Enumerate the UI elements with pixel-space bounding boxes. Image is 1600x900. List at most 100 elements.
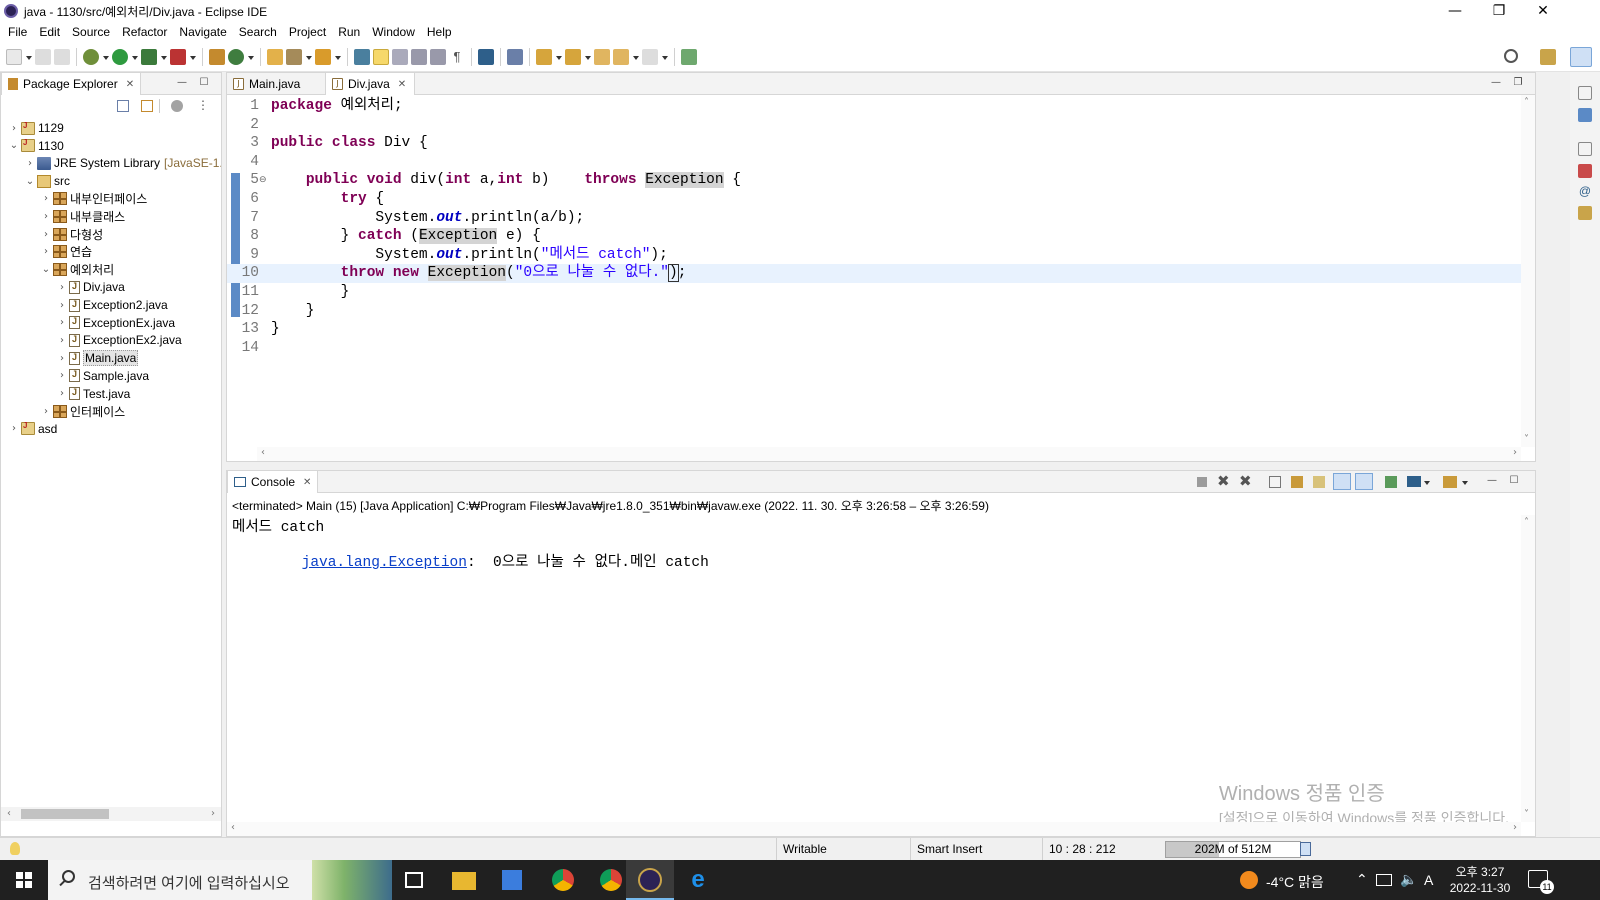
tree-item[interactable]: › 연습 (41, 243, 92, 261)
garbage-collect-icon[interactable] (1300, 842, 1311, 856)
chevron-down-icon[interactable]: ⌄ (25, 176, 35, 187)
javadoc-icon[interactable]: @ (1578, 184, 1592, 198)
declaration-icon[interactable] (1578, 206, 1592, 220)
close-icon[interactable]: ✕ (303, 477, 311, 488)
minimize-view-icon[interactable]: — (1489, 77, 1503, 89)
chevron-right-icon[interactable]: › (57, 282, 67, 293)
minimize-view-icon[interactable]: — (1485, 475, 1499, 487)
scroll-right-icon[interactable]: › (211, 808, 215, 819)
link-with-editor-icon[interactable] (141, 100, 153, 112)
chrome-icon[interactable] (552, 869, 574, 891)
chevron-right-icon[interactable]: › (41, 406, 51, 417)
chevron-right-icon[interactable]: › (41, 193, 51, 204)
word-wrap-icon[interactable] (1313, 476, 1325, 488)
scroll-left-icon[interactable]: ‹ (231, 822, 235, 833)
code-line[interactable]: 4 (227, 153, 1521, 172)
open-type-icon[interactable] (267, 48, 283, 65)
pin-icon[interactable] (507, 48, 523, 65)
open-console-icon[interactable] (1443, 476, 1457, 488)
code-editor[interactable]: 1 package 예외처리; 2 3 public class Div {4 5 pub… (227, 95, 1535, 461)
previous-annotation-dropdown[interactable] (584, 49, 591, 65)
coverage-dropdown[interactable] (160, 49, 167, 65)
code-line[interactable]: 8 } catch (Exception e) { (227, 227, 1521, 246)
scroll-right-icon[interactable]: › (1513, 447, 1517, 458)
next-annotation-dropdown[interactable] (555, 49, 562, 65)
code-line[interactable]: 5 public void div(int a,int b) throws Ex… (227, 171, 1521, 190)
terminate-icon[interactable] (1197, 477, 1207, 487)
outline-icon[interactable] (1578, 108, 1592, 122)
taskbar-search-box[interactable]: 검색하려면 여기에 입력하십시오 (48, 860, 392, 900)
toggle-block-selection-icon[interactable] (392, 48, 408, 65)
maximize-view-icon[interactable]: ☐ (1507, 475, 1521, 487)
minimize-view-icon[interactable]: — (175, 77, 189, 89)
view-menu-icon[interactable]: ⋮ (197, 98, 209, 112)
lightbulb-icon[interactable] (10, 842, 20, 855)
open-console-dropdown[interactable] (1461, 474, 1468, 490)
show-hidden-icons-icon[interactable]: ⌃ (1356, 872, 1368, 888)
clock[interactable]: 오후 3:27 2022-11-30 (1440, 864, 1520, 896)
scroll-thumb[interactable] (21, 809, 109, 819)
collapse-all-icon[interactable] (117, 100, 129, 112)
maximize-view-icon[interactable]: ❐ (1511, 77, 1525, 89)
close-icon[interactable]: ✕ (126, 79, 134, 90)
scroll-right-icon[interactable]: › (1513, 822, 1517, 833)
tree-item[interactable]: › 1129 (9, 119, 64, 137)
menu-window[interactable]: Window (366, 22, 421, 42)
menu-file[interactable]: File (2, 22, 33, 42)
java-ee-perspective-icon[interactable] (1540, 49, 1556, 65)
chevron-down-icon[interactable]: ⌄ (41, 264, 51, 275)
pilcrow-icon[interactable]: ¶ (449, 49, 465, 65)
ime-indicator[interactable]: A (1424, 872, 1433, 888)
display-console-dropdown[interactable] (1423, 474, 1430, 490)
next-annotation-icon[interactable] (536, 48, 552, 65)
external-tools-dropdown[interactable] (189, 49, 196, 65)
forward-icon[interactable] (642, 48, 658, 65)
word-wrap-icon[interactable] (411, 48, 427, 65)
tree-item[interactable]: › Div.java (57, 278, 125, 296)
internet-explorer-icon[interactable]: e (686, 868, 710, 892)
debug-dropdown[interactable] (102, 49, 109, 65)
tree-item[interactable]: › ExceptionEx.java (57, 314, 175, 332)
tree-item[interactable]: › 내부클래스 (41, 208, 125, 226)
code-line[interactable]: 7 System.out.println(a/b); (227, 209, 1521, 228)
microsoft-store-icon[interactable] (502, 870, 522, 890)
save-all-icon[interactable] (54, 48, 70, 65)
scroll-left-icon[interactable]: ‹ (261, 447, 265, 458)
remove-launch-icon[interactable]: ✖ (1217, 472, 1230, 490)
search-icon[interactable] (1504, 49, 1518, 63)
file-explorer-icon[interactable] (452, 872, 476, 890)
restore-button[interactable]: ❐ (1476, 0, 1522, 22)
new-java-class-icon[interactable] (228, 48, 244, 65)
maximize-view-icon[interactable]: ☐ (197, 77, 211, 89)
problems-icon[interactable] (1578, 164, 1592, 178)
task-view-icon[interactable] (405, 872, 423, 888)
previous-annotation-icon[interactable] (565, 48, 581, 65)
chevron-right-icon[interactable]: › (57, 388, 67, 399)
close-icon[interactable]: ✕ (398, 79, 406, 90)
new-java-package-icon[interactable] (209, 48, 225, 65)
remove-all-terminated-icon[interactable]: ✖ (1239, 472, 1252, 490)
code-line[interactable]: 12 } (227, 302, 1521, 321)
scroll-up-icon[interactable]: ˄ (1524, 97, 1529, 108)
tree-item[interactable]: › JRE System Library[JavaSE-1.8] (25, 154, 221, 172)
editor-horizontal-scrollbar[interactable]: ‹ › (257, 447, 1521, 461)
tree-item[interactable]: ⌄ 1130 (9, 137, 64, 155)
scroll-lock-icon[interactable] (1291, 476, 1303, 488)
code-line[interactable]: 14 (227, 339, 1521, 358)
pin-console-icon[interactable] (1385, 476, 1397, 488)
chevron-right-icon[interactable]: › (57, 353, 67, 364)
chevron-right-icon[interactable]: › (41, 246, 51, 257)
chevron-down-icon[interactable]: ⌄ (9, 140, 19, 151)
chevron-right-icon[interactable]: › (41, 229, 51, 240)
menu-edit[interactable]: Edit (33, 22, 66, 42)
tree-item[interactable]: › 다형성 (41, 225, 103, 243)
coverage-icon[interactable] (141, 48, 157, 65)
code-line[interactable]: 6 try { (227, 190, 1521, 209)
run-icon[interactable] (112, 48, 128, 65)
chevron-right-icon[interactable]: › (57, 317, 67, 328)
show-on-stderr-icon[interactable] (1355, 473, 1373, 490)
menu-project[interactable]: Project (283, 22, 332, 42)
menu-run[interactable]: Run (332, 22, 366, 42)
tree-item[interactable]: › 인터페이스 (41, 402, 125, 420)
start-button[interactable] (0, 860, 48, 900)
